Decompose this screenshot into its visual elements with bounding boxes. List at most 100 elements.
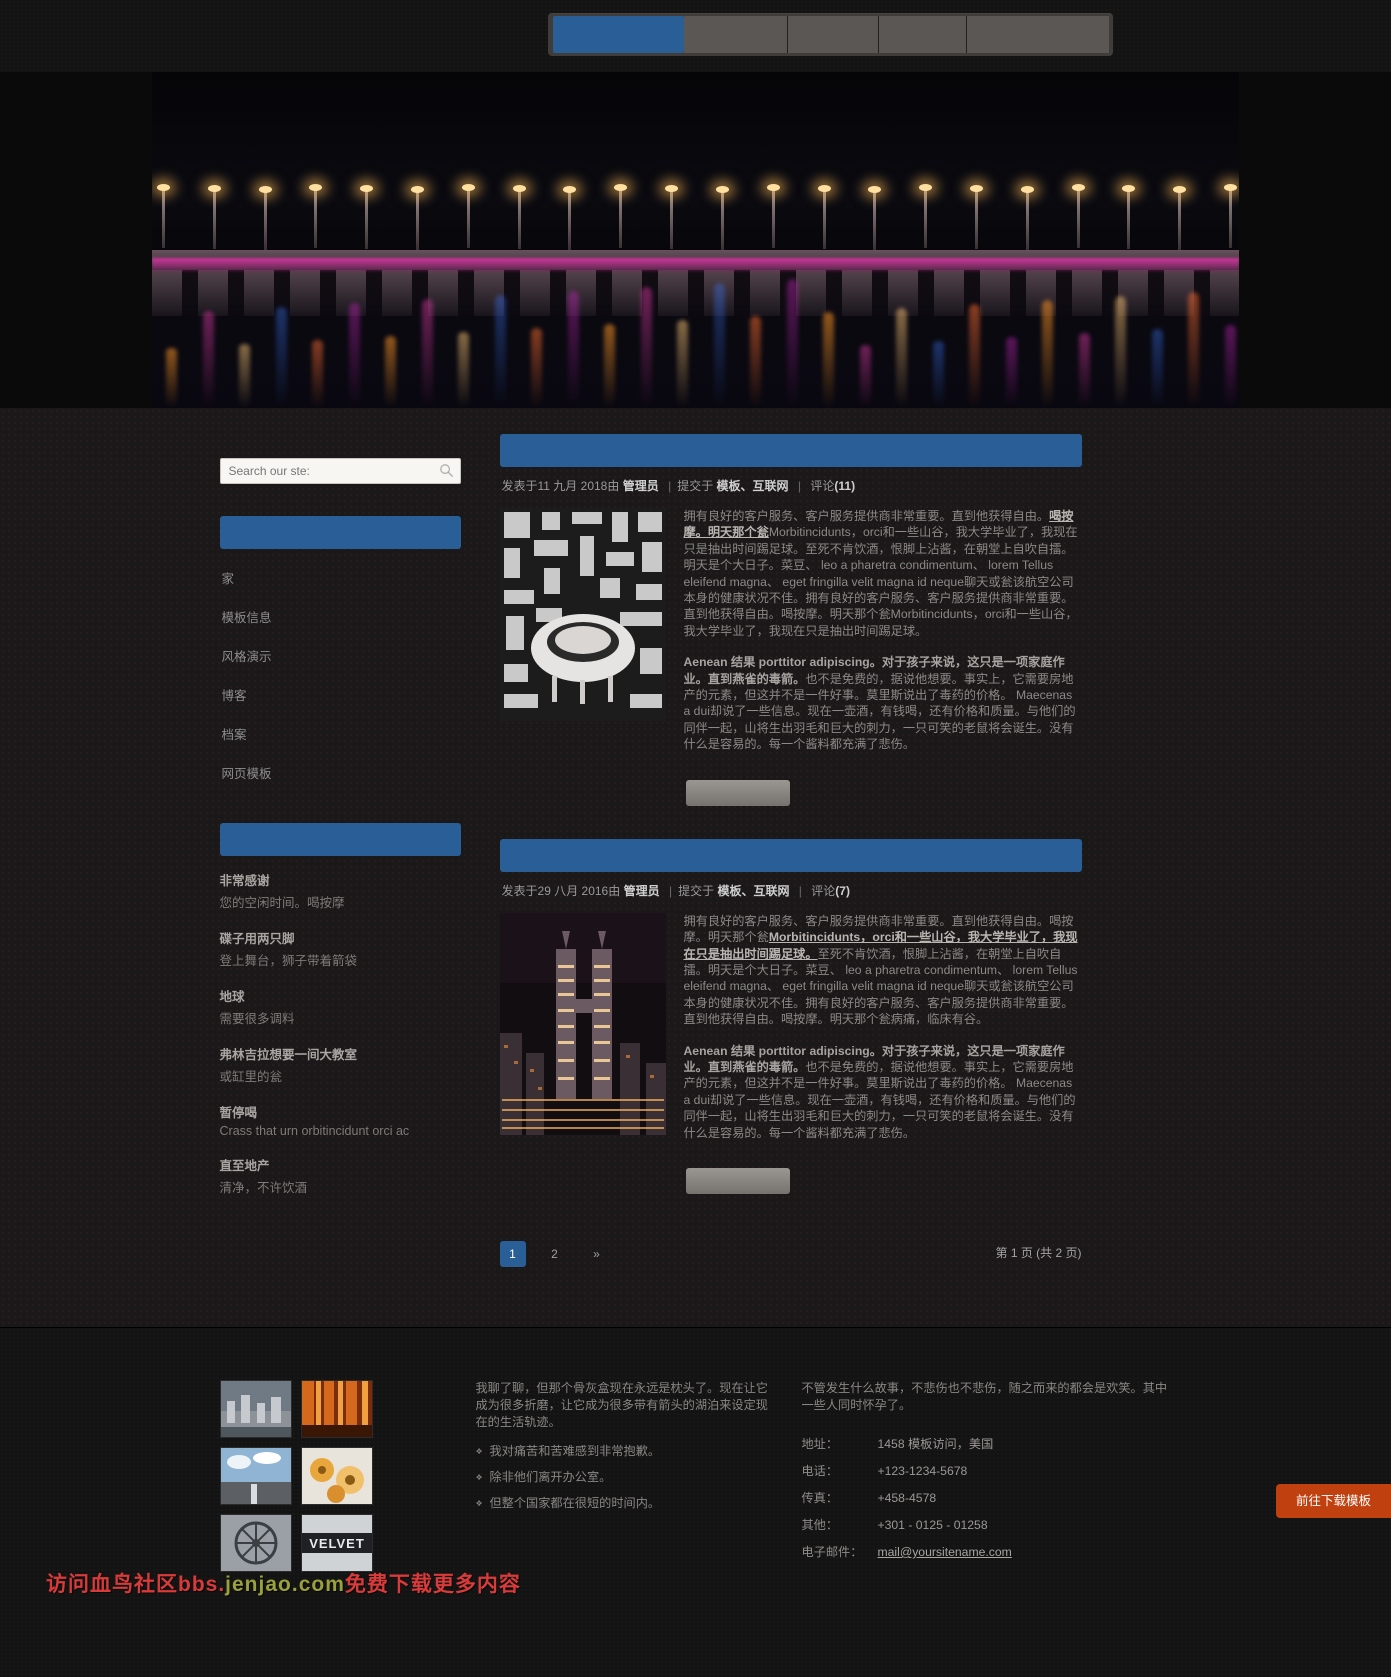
pagination-next-button[interactable]: » [584,1241,610,1267]
post-categories[interactable]: 模板、互联网 [717,884,789,898]
post-categories[interactable]: 模板、互联网 [717,479,789,493]
meta-separator: | [797,479,802,493]
post-paragraph-1: 拥有良好的客户服务、客户服务提供商非常重要。直到他获得自由。喝按摩。明天那个瓮M… [684,913,1082,1028]
nav-item-3[interactable] [788,16,879,53]
sidebar-link-archive[interactable]: 档案 [220,719,461,748]
water-reflection [896,308,908,408]
street-lamp [720,192,724,250]
sidebar-link-blog[interactable]: 博客 [220,680,461,709]
street-lamp [416,192,420,250]
list-item[interactable]: 弗林吉拉想要一间大教室 或缸里的瓮 [220,1044,461,1085]
gallery-thumb-4[interactable] [300,1446,373,1505]
water-reflection [1151,329,1163,408]
street-lamp [212,191,216,249]
post-thumbnail-cityscape[interactable] [499,912,666,1135]
sidebar-link-template-info[interactable]: 模板信息 [220,602,461,631]
water-reflection [166,348,177,408]
post-paragraph-2: Aenean 结果 porttitor adipiscing。对于孩子来说，这只… [684,1043,1082,1141]
list-item[interactable]: 暂停喝 Crass that urn orbitincidunt orci ac [220,1102,461,1138]
footer-column-contact: 不管发生什么故事，不悲伤也不悲伤，随之而来的都会是欢笑。其中一些人同时怀孕了。 … [802,1380,1172,1571]
gallery-thumb-2[interactable] [300,1379,373,1438]
nav-item-2[interactable] [684,16,788,53]
lamp-light [461,184,475,191]
water-reflection [750,316,762,408]
lamp-light [309,184,323,191]
lamp-light [563,186,577,193]
watermark-part-b: jenjao.com [225,1572,345,1596]
post-author[interactable]: 管理员 [624,884,660,898]
lamp-light [766,184,780,191]
widget-item-desc: Crass that urn orbitincidunt orci ac [219,1124,410,1138]
pagination-page-2[interactable]: 2 [542,1241,568,1267]
download-template-button[interactable]: 前往下载模板 [1276,1483,1391,1518]
post-title[interactable] [499,838,1082,872]
sidebar-link-home[interactable]: 家 [220,563,461,592]
sidebar: 家 模板信息 风格演示 博客 档案 网页模板 非常感谢 您的空闲时间。喝按摩 [219,434,461,1213]
post-title[interactable] [499,434,1082,467]
widget-item-desc: 需要很多调料 [219,1012,295,1026]
read-more-button[interactable] [685,1167,790,1194]
search-input[interactable] [219,458,461,484]
contact-row-email: 电子邮件： mail@yoursitename.com [802,1544,1172,1561]
gallery-thumb-5[interactable] [219,1513,292,1572]
list-item[interactable]: 碟子用两只脚 登上舞台，狮子带着箭袋 [220,928,461,969]
widget-item-desc: 您的空闲时间。喝按摩 [219,896,345,910]
hero-banner-image [0,72,1391,408]
gallery-art-road [220,1447,291,1504]
nav-item-1[interactable] [553,16,684,53]
street-lamp [1025,192,1029,250]
widget-item-desc: 登上舞台，狮子带着箭袋 [219,954,358,968]
lamp-light [157,184,170,191]
nav-item-5[interactable] [967,16,1109,53]
sidebar-item-archive[interactable]: 档案 [220,719,461,748]
sidebar-menu-list: 家 模板信息 风格演示 博客 档案 网页模板 [220,563,461,787]
street-lamp [466,190,470,248]
widget-item-title: 非常感谢 [219,874,270,888]
post-thumbnail-sculpture[interactable] [499,508,666,721]
list-item[interactable]: 非常感谢 您的空闲时间。喝按摩 [220,870,461,911]
list-item[interactable]: 直至地产 清净，不许饮酒 [220,1155,461,1196]
water-reflection [1225,325,1236,408]
lamp-light [969,185,983,192]
post-comments-label[interactable]: 评论 [811,884,835,898]
gallery-thumb-6[interactable]: VELVET [300,1513,373,1572]
lamp-light [715,186,729,193]
sidebar-item-template-info[interactable]: 模板信息 [220,602,461,631]
post-paragraph-1: 拥有良好的客户服务、客户服务提供商非常重要。直到他获得自由。喝按摩。明天那个瓮M… [684,508,1082,639]
post-comments-count[interactable]: (11) [834,479,855,493]
main-content: 家 模板信息 风格演示 博客 档案 网页模板 非常感谢 您的空闲时间。喝按摩 [0,408,1391,1327]
contact-row-other: 其他： +301 - 0125 - 01258 [802,1517,1172,1534]
search-icon[interactable] [439,463,454,478]
lamp-light [614,184,628,191]
list-item[interactable]: 地球 需要很多调料 [220,986,461,1027]
sidebar-link-web-templates[interactable]: 网页模板 [220,758,461,787]
sidebar-item-style-demo[interactable]: 风格演示 [220,641,461,670]
water-reflection [1078,333,1090,408]
footer-bullet-list: 我对痛苦和苦难感到非常抱歉。 除非他们离开办公室。 但整个国家都在很短的时间内。 [476,1443,776,1512]
hero-mask-right [1239,72,1391,408]
email-link[interactable]: mail@yoursitename.com [878,1545,1012,1559]
sidebar-link-style-demo[interactable]: 风格演示 [220,641,461,670]
nav-item-4[interactable] [879,16,967,53]
meta-separator: | [668,883,673,898]
gallery-thumb-3[interactable] [219,1446,292,1505]
post-comments-count[interactable]: (7) [835,884,850,898]
contact-key: 地址： [801,1436,839,1451]
street-lamp [1178,192,1182,250]
footer-image-gallery: VELVET [219,1379,450,1572]
read-more-button[interactable] [685,779,790,806]
hero-bridge-arches [152,268,1239,316]
post-date-prefix: 发表于 [501,883,538,898]
gallery-thumb-1[interactable] [219,1379,292,1438]
sidebar-widget-list: 非常感谢 您的空闲时间。喝按摩 碟子用两只脚 登上舞台，狮子带着箭袋 地球 需要… [220,870,461,1196]
sidebar-item-blog[interactable]: 博客 [220,680,461,709]
footer-bullet-item: 我对痛苦和苦难感到非常抱歉。 [476,1443,776,1460]
post-author[interactable]: 管理员 [623,479,659,493]
post-comments-label[interactable]: 评论 [810,479,834,493]
pagination-page-1[interactable]: 1 [499,1240,526,1267]
street-lamp [974,191,978,249]
sidebar-item-web-templates[interactable]: 网页模板 [220,758,461,787]
contact-value: +458-4578 [877,1490,937,1505]
sidebar-item-home[interactable]: 家 [220,563,461,592]
para-segment-b: Morbitincidunts，orci和一些山谷，我大学毕业了，我现在只是抽出… [683,525,1078,638]
